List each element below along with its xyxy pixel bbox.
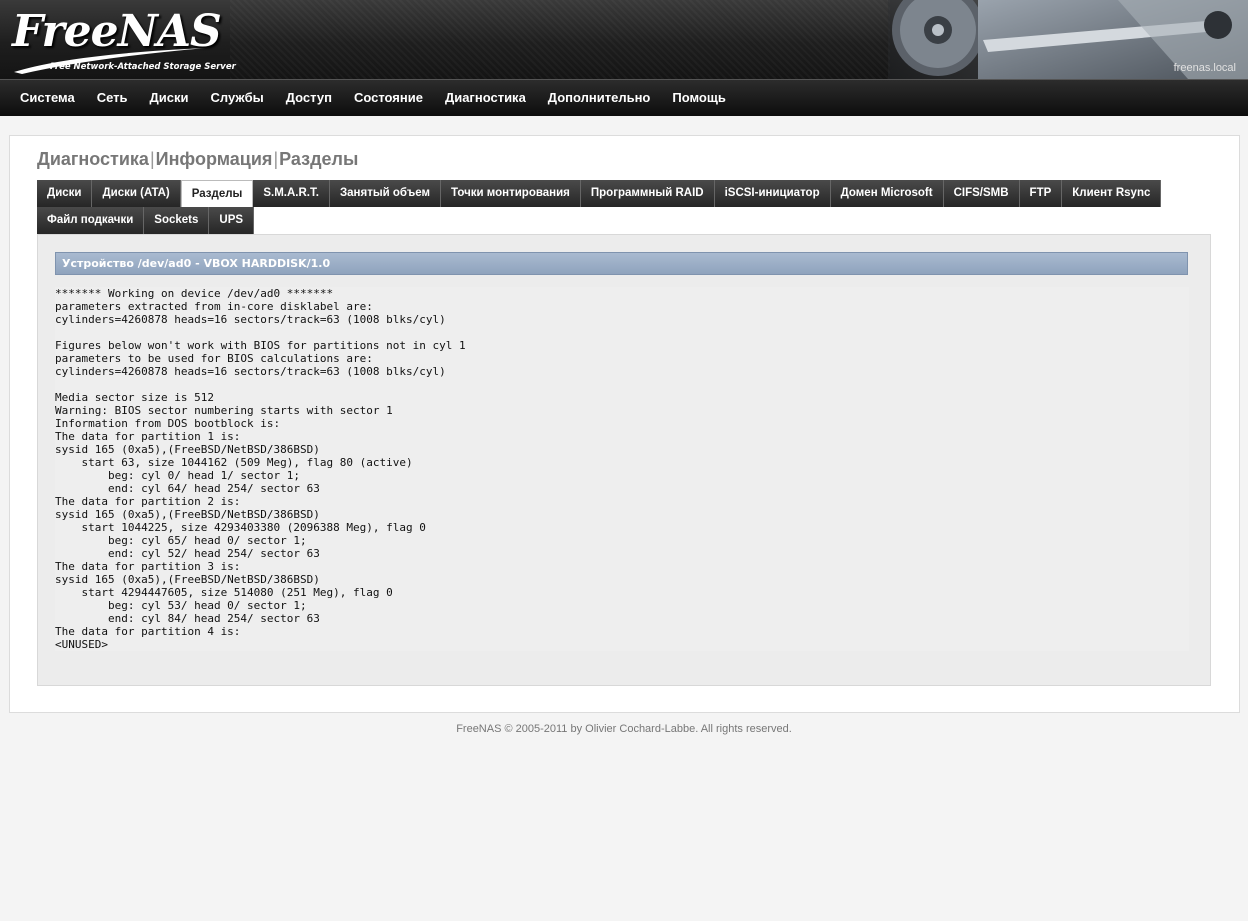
tab-panel: Устройство /dev/ad0 - VBOX HARDDISK/1.0 … bbox=[37, 234, 1211, 686]
tab-rsync-client[interactable]: Клиент Rsync bbox=[1062, 180, 1162, 207]
main-nav: Система Сеть Диски Службы Доступ Состоян… bbox=[0, 79, 1248, 116]
nav-item-disks[interactable]: Диски bbox=[139, 81, 200, 115]
tab-row-1: Диски Диски (ATA) Разделы S.M.A.R.T. Зан… bbox=[37, 180, 1187, 207]
page-header: FreeNAS Free Network-Attached Storage Se… bbox=[0, 0, 1248, 79]
nav-item-status[interactable]: Состояние bbox=[343, 81, 434, 115]
breadcrumb-information[interactable]: Информация bbox=[156, 149, 273, 169]
nav-item-advanced[interactable]: Дополнительно bbox=[537, 81, 662, 115]
content-area: Диагностика|Информация|Разделы Диски Дис… bbox=[9, 135, 1240, 713]
page-title: Диагностика|Информация|Разделы bbox=[37, 149, 358, 170]
tab-partitions[interactable]: Разделы bbox=[180, 180, 254, 207]
freenas-logo[interactable]: FreeNAS Free Network-Attached Storage Se… bbox=[12, 6, 236, 76]
nav-item-network[interactable]: Сеть bbox=[86, 81, 139, 115]
tab-ftp[interactable]: FTP bbox=[1019, 180, 1063, 207]
hostname-label: freenas.local bbox=[1173, 62, 1236, 74]
fdisk-output: ******* Working on device /dev/ad0 *****… bbox=[55, 287, 1189, 651]
tab-bar: Диски Диски (ATA) Разделы S.M.A.R.T. Зан… bbox=[37, 180, 1187, 234]
tab-smart[interactable]: S.M.A.R.T. bbox=[253, 180, 330, 207]
nav-item-access[interactable]: Доступ bbox=[275, 81, 343, 115]
tab-disks[interactable]: Диски bbox=[37, 180, 93, 207]
breadcrumb-diagnostics[interactable]: Диагностика bbox=[37, 149, 149, 169]
breadcrumb-partitions: Разделы bbox=[279, 149, 359, 169]
tab-software-raid[interactable]: Программный RAID bbox=[580, 180, 715, 207]
tab-iscsi-initiator[interactable]: iSCSI-инициатор bbox=[714, 180, 831, 207]
breadcrumb-separator: | bbox=[149, 149, 155, 169]
nav-item-system[interactable]: Система bbox=[0, 81, 86, 115]
nav-item-diagnostics[interactable]: Диагностика bbox=[434, 81, 537, 115]
tab-space-used[interactable]: Занятый объем bbox=[329, 180, 442, 207]
tab-cifs-smb[interactable]: CIFS/SMB bbox=[943, 180, 1020, 207]
device-section-header: Устройство /dev/ad0 - VBOX HARDDISK/1.0 bbox=[55, 252, 1188, 275]
tab-disks-ata[interactable]: Диски (ATA) bbox=[92, 180, 181, 207]
tab-mount-points[interactable]: Точки монтирования bbox=[441, 180, 581, 207]
tab-ups[interactable]: UPS bbox=[209, 207, 255, 234]
logo-subtitle: Free Network-Attached Storage Server bbox=[50, 62, 236, 72]
tab-sockets[interactable]: Sockets bbox=[144, 207, 210, 234]
tab-ms-domain[interactable]: Домен Microsoft bbox=[830, 180, 944, 207]
nav-item-help[interactable]: Помощь bbox=[661, 81, 736, 115]
nav-item-services[interactable]: Службы bbox=[200, 81, 275, 115]
page-footer: FreeNAS © 2005-2011 by Olivier Cochard-L… bbox=[456, 723, 792, 735]
tab-swap[interactable]: Файл подкачки bbox=[37, 207, 145, 234]
tab-row-2: Файл подкачки Sockets UPS bbox=[37, 207, 1187, 234]
logo-text: FreeNAS bbox=[12, 6, 222, 57]
